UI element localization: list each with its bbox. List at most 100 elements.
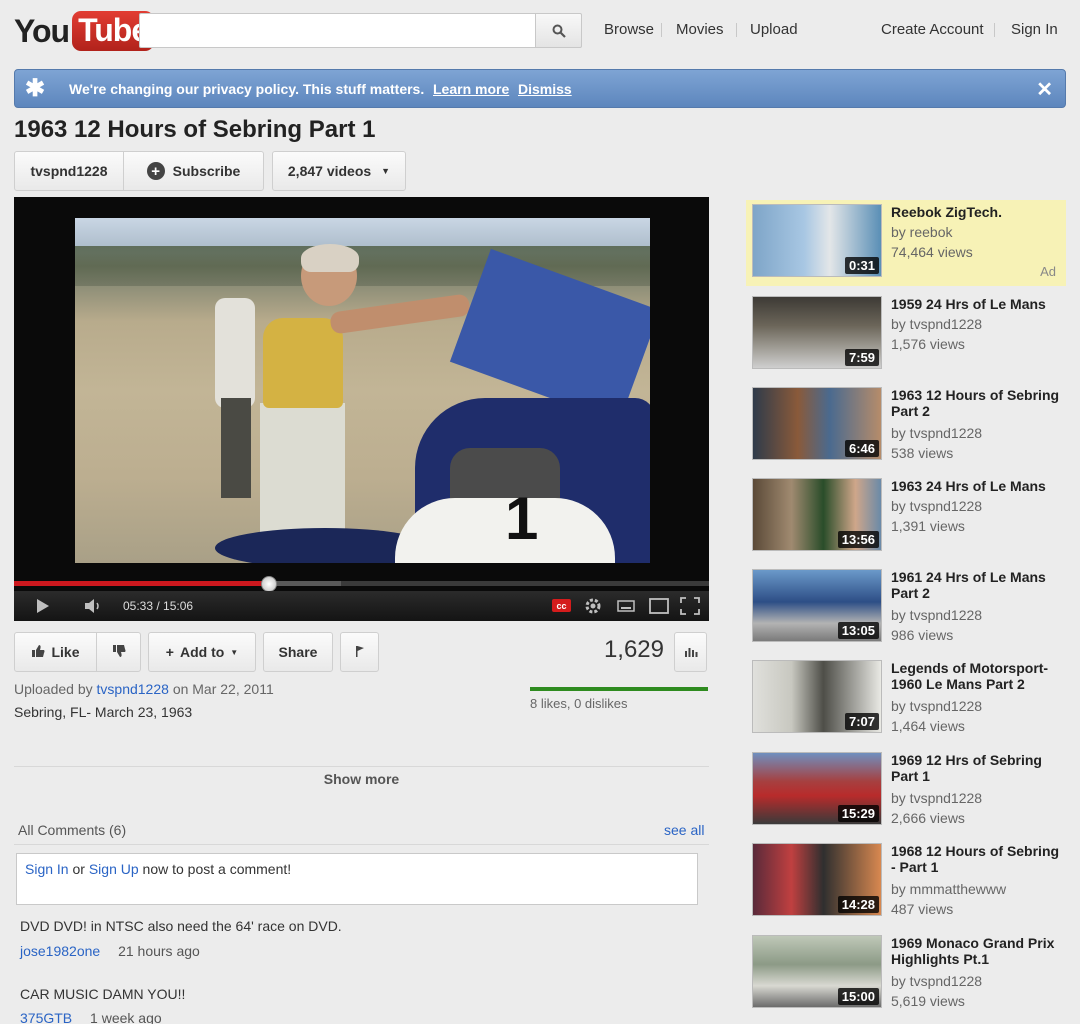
dismiss-link[interactable]: Dismiss	[518, 81, 572, 97]
related-video-item[interactable]: 13:05 1961 24 Hrs of Le Mans Part 2 by tvs…	[746, 565, 1066, 651]
progress-bar[interactable]	[14, 581, 709, 586]
uploaded-date: on Mar 22, 2011	[172, 681, 274, 697]
large-player-icon[interactable]	[649, 598, 669, 614]
plus-circle-icon: +	[146, 162, 165, 180]
flag-button[interactable]	[340, 632, 379, 672]
uploaded-prefix: Uploaded by	[14, 681, 93, 697]
video-thumbnail[interactable]: 15:00	[752, 935, 882, 1008]
video-duration: 7:07	[844, 713, 879, 730]
dislike-button[interactable]	[96, 632, 141, 672]
like-button[interactable]: Like	[14, 632, 97, 672]
time-total: 15:06	[163, 599, 194, 613]
like-ratio-bar	[530, 687, 708, 691]
video-count-dropdown[interactable]: 2,847 videos ▼	[272, 151, 406, 191]
related-video-item[interactable]: 14:28 1968 12 Hours of Sebring - Part 1 by…	[746, 839, 1066, 925]
comment-user-link[interactable]: 375GTB	[20, 1010, 72, 1024]
video-frame[interactable]: 1	[75, 218, 650, 563]
related-video-title[interactable]: 1959 24 Hrs of Le Mans	[891, 296, 1063, 312]
sign-in-link[interactable]: Sign In	[1011, 21, 1058, 38]
video-duration: 14:28	[837, 896, 879, 913]
learn-more-link[interactable]: Learn more	[433, 81, 509, 97]
thumbs-up-icon	[31, 644, 45, 661]
related-video-item[interactable]: 13:56 1963 24 Hrs of Le Mans by tvspnd1228…	[746, 474, 1066, 560]
play-icon[interactable]	[36, 598, 50, 614]
comment-user-link[interactable]: jose1982one	[20, 943, 100, 959]
related-video-title[interactable]: Legends of Motorsport- 1960 Le Mans Part…	[891, 660, 1063, 692]
small-player-icon[interactable]	[617, 600, 635, 612]
nav-upload[interactable]: Upload	[750, 21, 798, 38]
fullscreen-icon[interactable]	[680, 597, 700, 615]
bar-chart-icon	[684, 644, 698, 660]
related-video-views: 5,619 views	[891, 993, 965, 1009]
volume-icon[interactable]	[84, 598, 104, 614]
video-thumbnail[interactable]: 7:07	[752, 660, 882, 733]
related-video-title[interactable]: 1969 Monaco Grand Prix Highlights Pt.1	[891, 935, 1063, 967]
logo-you-text: You	[14, 12, 70, 49]
banner-text: We're changing our privacy policy. This …	[69, 81, 425, 97]
show-more-bar[interactable]: Show more	[14, 766, 709, 792]
cc-button[interactable]: cc	[552, 599, 571, 612]
divider	[14, 844, 709, 845]
related-video-title[interactable]: 1963 12 Hours of Sebring Part 2	[891, 387, 1063, 419]
video-description: Sebring, FL- March 23, 1963	[14, 704, 193, 720]
add-to-button[interactable]: + Add to ▼	[148, 632, 256, 672]
likes-dislikes-text: 8 likes, 0 dislikes	[530, 696, 628, 711]
gear-icon[interactable]	[583, 596, 603, 616]
related-video-title[interactable]: 1963 24 Hrs of Le Mans	[891, 478, 1063, 494]
video-thumbnail[interactable]: 7:59	[752, 296, 882, 369]
see-all-link[interactable]: see all	[664, 822, 704, 838]
share-button[interactable]: Share	[263, 632, 333, 672]
sidebar-ad-item[interactable]: 0:31 Reebok ZigTech. by reebok 74,464 views…	[746, 200, 1066, 286]
related-video-views: 1,464 views	[891, 718, 965, 734]
related-video-item[interactable]: 15:00 1969 Monaco Grand Prix Highlights P…	[746, 931, 1066, 1017]
comment-meta: 375GTB 1 week ago	[20, 1010, 162, 1024]
nav-divider	[994, 23, 995, 37]
related-video-item[interactable]: 7:59 1959 24 Hrs of Le Mans by tvspnd1228 1…	[746, 292, 1066, 378]
video-thumbnail[interactable]: 6:46	[752, 387, 882, 460]
player-controls: 05:33 / 15:06 cc	[14, 591, 709, 621]
related-video-views: 538 views	[891, 445, 954, 461]
nav-movies[interactable]: Movies	[676, 21, 724, 38]
upload-info: Uploaded by tvspnd1228 on Mar 22, 2011	[14, 681, 274, 697]
progress-handle[interactable]	[261, 576, 278, 592]
comment-sign-in-link[interactable]: Sign In	[25, 861, 69, 877]
video-duration: 6:46	[844, 440, 879, 457]
related-video-item[interactable]: 7:07 Legends of Motorsport- 1960 Le Mans …	[746, 656, 1066, 742]
video-thumbnail[interactable]: 15:29	[752, 752, 882, 825]
related-video-item[interactable]: 15:29 1969 12 Hrs of Sebring Part 1 by tvs…	[746, 748, 1066, 834]
uploader-link[interactable]: tvspnd1228	[97, 681, 169, 697]
privacy-banner: ✱ We're changing our privacy policy. Thi…	[14, 69, 1066, 108]
video-thumbnail[interactable]: 13:05	[752, 569, 882, 642]
video-thumbnail[interactable]: 13:56	[752, 478, 882, 551]
comment-text: CAR MUSIC DAMN YOU!!	[20, 986, 186, 1002]
channel-button[interactable]: tvspnd1228	[14, 151, 124, 191]
subscribe-button[interactable]: + Subscribe	[123, 151, 264, 191]
related-video-title[interactable]: Reebok ZigTech.	[891, 204, 1063, 220]
time-display: 05:33 / 15:06	[123, 599, 194, 613]
stats-button[interactable]	[674, 632, 707, 672]
close-icon[interactable]: ✕	[1036, 77, 1053, 102]
progress-played	[14, 581, 270, 586]
related-video-item[interactable]: 6:46 1963 12 Hours of Sebring Part 2 by tv…	[746, 383, 1066, 469]
show-more-button[interactable]: Show more	[14, 771, 709, 787]
related-video-channel: by tvspnd1228	[891, 316, 983, 332]
video-duration: 13:56	[837, 531, 879, 548]
video-thumbnail[interactable]: 0:31	[752, 204, 882, 277]
thumbs-down-icon	[112, 644, 126, 661]
comment-prompt-text: now to post a comment!	[142, 861, 292, 877]
nav-browse[interactable]: Browse	[604, 21, 654, 38]
related-video-title[interactable]: 1961 24 Hrs of Le Mans Part 2	[891, 569, 1063, 601]
video-title: 1963 12 Hours of Sebring Part 1	[14, 116, 376, 143]
video-thumbnail[interactable]: 14:28	[752, 843, 882, 916]
related-video-title[interactable]: 1968 12 Hours of Sebring - Part 1	[891, 843, 1063, 875]
comment-sign-up-link[interactable]: Sign Up	[89, 861, 139, 877]
search-button[interactable]	[535, 13, 582, 48]
search-input[interactable]	[139, 13, 536, 48]
video-player[interactable]: 1 05:33 / 15:06 cc	[14, 197, 709, 621]
create-account-link[interactable]: Create Account	[881, 21, 984, 38]
nav-divider	[736, 23, 737, 37]
related-video-title[interactable]: 1969 12 Hrs of Sebring Part 1	[891, 752, 1063, 784]
comment-input-box[interactable]: Sign In or Sign Up now to post a comment…	[16, 853, 698, 905]
related-video-views: 986 views	[891, 627, 954, 643]
youtube-logo[interactable]: You Tube	[14, 10, 155, 52]
